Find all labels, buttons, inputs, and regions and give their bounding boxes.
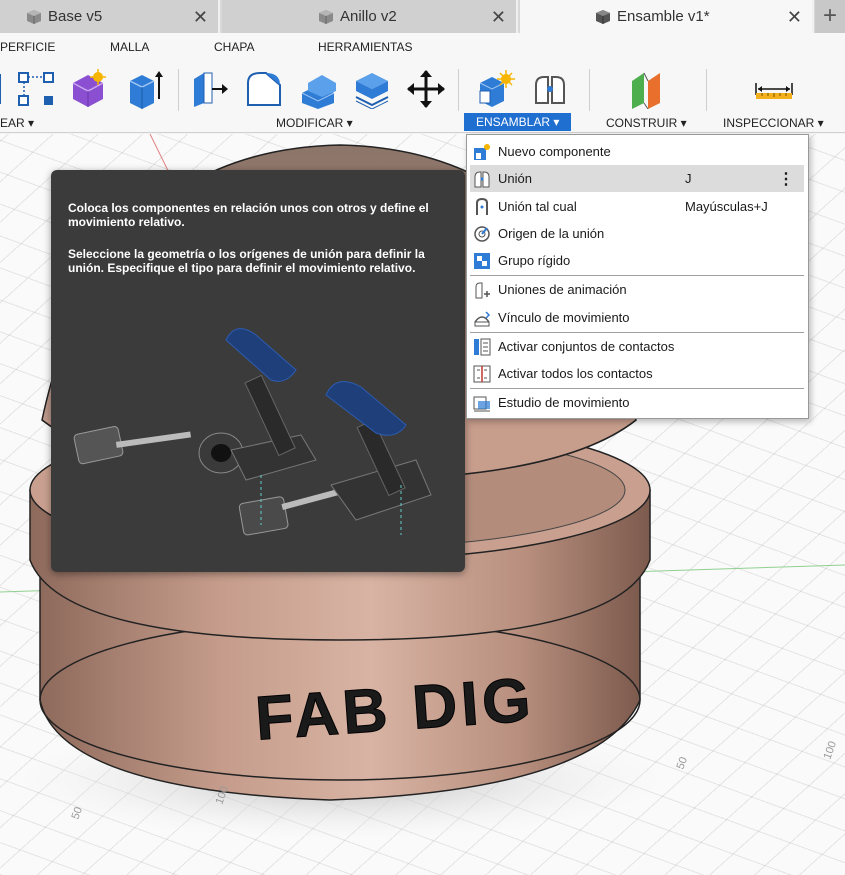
ensamblar-menu-button[interactable]: ENSAMBLAR ▾ <box>464 113 572 131</box>
tab-label: Ensamble v1* <box>617 8 710 25</box>
menu-item-rigid-group[interactable]: Grupo rígido <box>470 247 804 274</box>
menu-item-motion-link[interactable]: Vínculo de movimiento <box>470 304 804 331</box>
grid-label: 100 <box>822 740 840 761</box>
contact-sets-icon <box>474 338 491 355</box>
menu-item-label: Grupo rígido <box>498 253 571 268</box>
form-body-icon[interactable] <box>68 69 108 109</box>
menu-item-shortcut: Mayúsculas+J <box>685 199 768 214</box>
new-component-icon[interactable] <box>476 69 516 109</box>
group-divider <box>589 69 590 111</box>
fillet-icon[interactable] <box>244 69 284 109</box>
construir-group-label[interactable]: CONSTRUIR ▾ <box>606 116 687 130</box>
menu-item-animate-joints[interactable]: Uniones de animación <box>470 276 804 303</box>
pattern-icon[interactable] <box>16 69 56 109</box>
tab-label: Anillo v2 <box>340 8 397 25</box>
group-divider <box>458 69 459 111</box>
measure-icon[interactable] <box>754 69 794 109</box>
tab-ensamble-v1[interactable]: Ensamble v1* ✕ <box>520 0 814 33</box>
tooltip-instructions: Seleccione la geometría o los orígenes d… <box>68 247 425 275</box>
joint-icon <box>474 171 490 187</box>
component-cube-icon <box>596 9 610 24</box>
box-icon[interactable] <box>124 69 164 109</box>
tab-label: Base v5 <box>48 8 103 25</box>
toolbar-ribbon: PERFICIE MALLA CHAPA HERRAMIENTAS EAR ▾ … <box>0 33 845 133</box>
menu-item-label: Vínculo de movimiento <box>498 310 630 325</box>
menu-item-motion-study[interactable]: Estudio de movimiento <box>470 389 804 416</box>
ribbon-tab-herramientas[interactable]: HERRAMIENTAS <box>318 40 412 54</box>
menu-item-label: Activar conjuntos de contactos <box>498 339 675 354</box>
as-built-joint-icon <box>476 197 488 215</box>
motion-link-icon <box>474 310 491 326</box>
menu-item-shortcut: J <box>685 171 692 186</box>
chamfer-icon[interactable] <box>298 69 338 109</box>
tooltip-description: Coloca los componentes en relación unos … <box>68 201 429 229</box>
modificar-group-label[interactable]: MODIFICAR ▾ <box>276 116 353 130</box>
tab-anillo-v2[interactable]: Anillo v2 ✕ <box>222 0 518 33</box>
menu-item-new-component[interactable]: Nuevo componente <box>470 138 804 165</box>
ensamblar-dropdown-menu: Nuevo componente Unión J ⋮ Unión tal cua… <box>466 134 809 419</box>
motion-study-icon <box>473 396 490 411</box>
menu-item-joint-origin[interactable]: Origen de la unión <box>470 220 804 247</box>
joint-icon[interactable] <box>530 69 570 109</box>
offset-plane-icon[interactable] <box>626 69 666 109</box>
shell-icon[interactable] <box>352 69 392 109</box>
menu-item-as-built-joint[interactable]: Unión tal cual Mayúsculas+J <box>470 193 804 220</box>
menu-item-label: Nuevo componente <box>498 144 611 159</box>
joint-tooltip: Coloca los componentes en relación unos … <box>51 170 465 572</box>
component-cube-icon <box>27 9 41 24</box>
inspeccionar-group-label[interactable]: INSPECCIONAR ▾ <box>723 116 824 130</box>
crear-group-label[interactable]: EAR ▾ <box>0 116 34 130</box>
joint-origin-icon <box>474 225 490 242</box>
group-divider <box>706 69 707 111</box>
press-pull-icon[interactable] <box>190 69 230 109</box>
menu-item-label: Origen de la unión <box>498 226 605 241</box>
menu-item-label: Unión <box>498 171 532 186</box>
close-icon[interactable]: ✕ <box>491 7 506 28</box>
menu-item-label: Activar todos los contactos <box>498 366 653 381</box>
document-tab-bar: Base v5 ✕ Anillo v2 ✕ Ensamble v1* ✕ + <box>0 0 845 33</box>
menu-item-label: Uniones de animación <box>498 282 627 297</box>
new-component-icon <box>474 143 490 160</box>
menu-item-all-contacts[interactable]: Activar todos los contactos <box>470 360 804 387</box>
menu-item-joint[interactable]: Unión J ⋮ <box>470 165 804 192</box>
tab-base-v5[interactable]: Base v5 ✕ <box>0 0 220 33</box>
grid-label: 50 <box>675 755 690 771</box>
menu-item-contact-sets[interactable]: Activar conjuntos de contactos <box>470 333 804 360</box>
ribbon-tab-superficie[interactable]: PERFICIE <box>0 40 55 54</box>
ribbon-tab-chapa[interactable]: CHAPA <box>214 40 254 54</box>
new-tab-button[interactable]: + <box>815 0 845 33</box>
group-divider <box>178 69 179 111</box>
ribbon-tab-malla[interactable]: MALLA <box>110 40 149 54</box>
close-icon[interactable]: ✕ <box>193 7 208 28</box>
more-options-icon[interactable]: ⋮ <box>778 169 794 189</box>
rigid-group-icon <box>474 252 490 269</box>
all-contacts-icon <box>473 365 491 382</box>
joint-illustration-image <box>73 328 432 536</box>
component-cube-icon <box>319 9 333 24</box>
menu-item-label: Estudio de movimiento <box>498 395 630 410</box>
animate-joints-icon <box>475 282 490 298</box>
close-icon[interactable]: ✕ <box>787 7 802 28</box>
move-icon[interactable] <box>406 69 446 109</box>
menu-item-label: Unión tal cual <box>498 199 577 214</box>
extrude-icon[interactable] <box>0 69 6 109</box>
